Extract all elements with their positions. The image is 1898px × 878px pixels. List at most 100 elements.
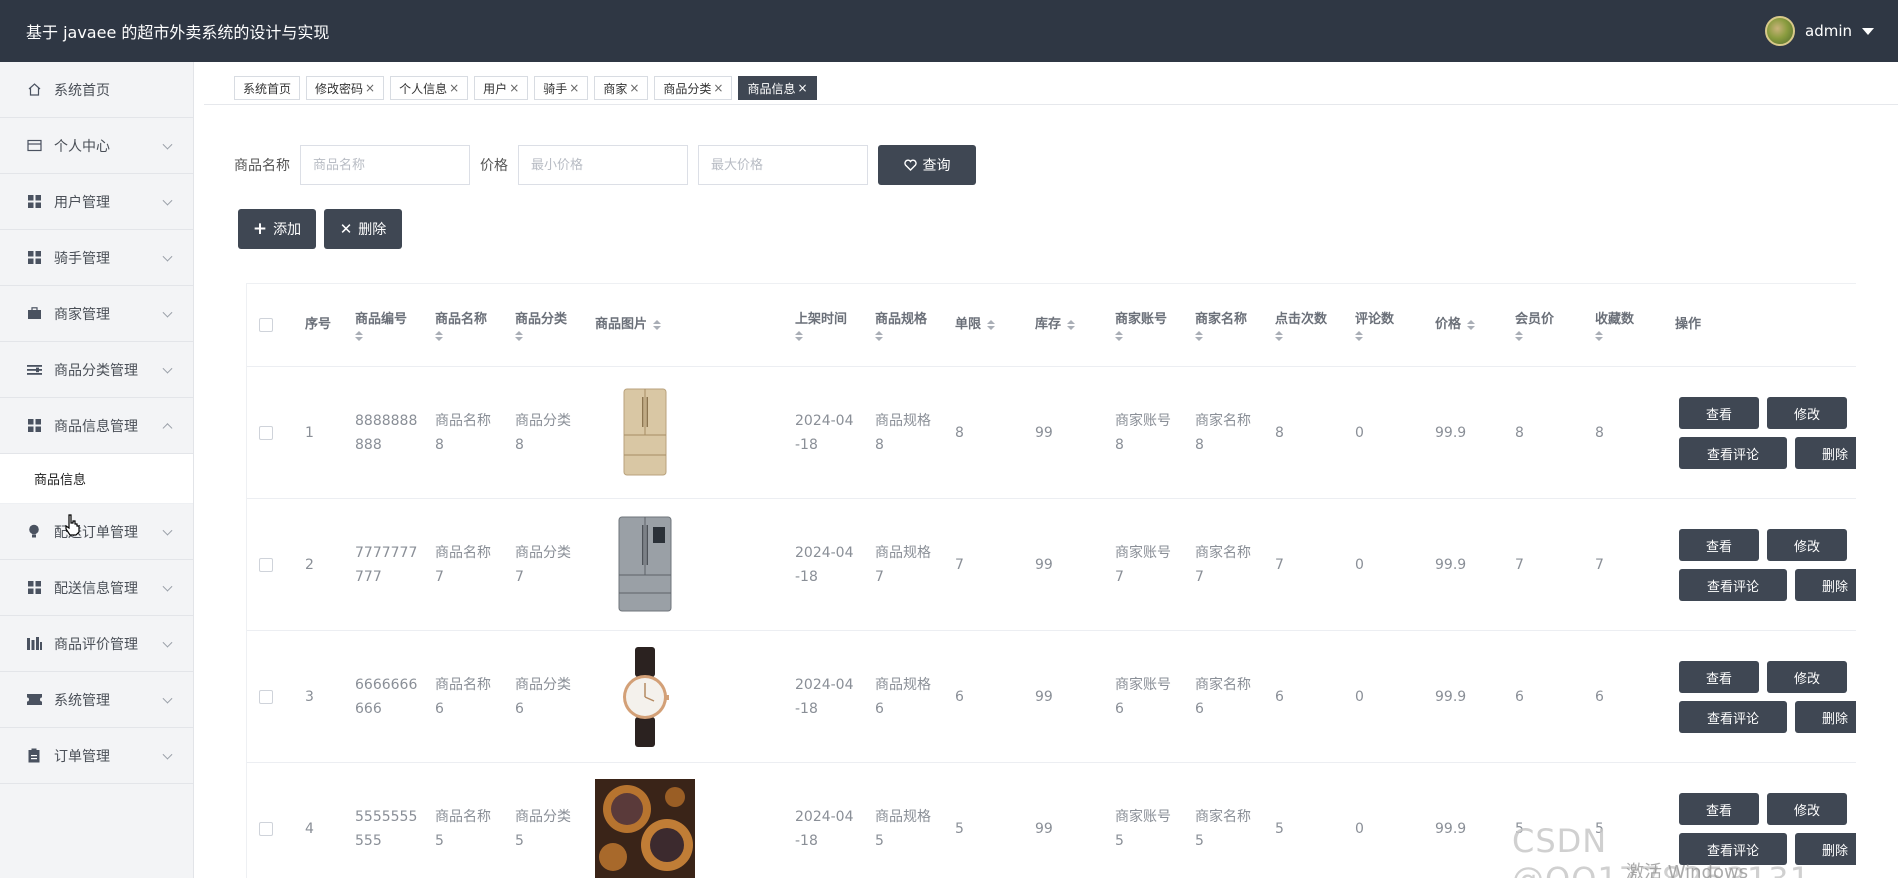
close-icon[interactable]: × [449,81,459,95]
sort-icon[interactable] [987,320,996,330]
sort-icon[interactable] [1595,331,1634,341]
x-icon: ✕ [339,220,353,238]
chevron-down-icon[interactable] [162,525,173,536]
min-price-input[interactable] [518,145,688,185]
tab-2[interactable]: 修改密码 × [306,76,385,100]
chevron-down-icon[interactable] [162,363,173,374]
tab-5[interactable]: 骑手 × [534,76,589,100]
row-checkbox[interactable] [259,689,273,704]
sidebar-item-11[interactable]: 系统管理 [0,672,193,728]
sidebar-item-1[interactable]: 系统首页 [0,62,193,118]
sort-icon[interactable] [1067,320,1076,330]
sort-icon[interactable] [1355,331,1394,341]
cell-clicks: 5 [1275,763,1284,878]
chevron-down-icon[interactable] [162,195,173,206]
sort-icon[interactable] [515,331,567,341]
sort-icon[interactable] [1195,331,1247,341]
chevron-down-icon[interactable] [162,749,173,760]
sort-icon[interactable] [653,320,662,330]
select-all-checkbox[interactable] [259,318,273,332]
chevron-up-icon[interactable] [162,422,173,433]
sidebar-item-12[interactable]: 订单管理 [0,728,193,784]
product-image[interactable] [595,515,695,615]
sidebar-item-4[interactable]: 骑手管理 [0,230,193,286]
sidebar-item-2[interactable]: 个人中心 [0,118,193,174]
close-icon[interactable]: × [365,81,375,95]
tab-3[interactable]: 个人信息 × [390,76,469,100]
clipboard-icon [26,748,42,764]
product-image[interactable] [595,383,695,483]
table-row: 3 6666666 666 商品名称 6 商品分类 6 2024-04 -18 商品规格 6 6 99 商… [247,631,1856,763]
sidebar-item-6[interactable]: 商品分类管理 [0,342,193,398]
query-button[interactable]: 查询 [878,145,976,185]
close-icon[interactable]: × [629,81,639,95]
sidebar-item-9[interactable]: 配送信息管理 [0,560,193,616]
view-button[interactable]: 查看 [1679,397,1759,429]
header-label: 序号 [305,317,332,332]
cell-line: 商家名称 [1195,808,1251,825]
delete-selected-button[interactable]: ✕ 删除 [324,209,402,249]
delete-row-button[interactable]: 删除 [1795,569,1856,601]
delete-row-button[interactable]: 删除 [1795,437,1856,469]
view-comments-button[interactable]: 查看评论 [1679,701,1787,733]
edit-button[interactable]: 修改 [1767,529,1847,561]
avatar[interactable] [1765,16,1795,46]
tab-6[interactable]: 商家 × [594,76,649,100]
sidebar-item-3[interactable]: 用户管理 [0,174,193,230]
max-price-input[interactable] [698,145,868,185]
cell-time: 2024-04 -18 [795,631,854,762]
sidebar-item-label: 商品信息管理 [54,418,138,435]
view-comments-button[interactable]: 查看评论 [1679,437,1787,469]
row-checkbox[interactable] [259,821,273,836]
sidebar-item-8[interactable]: 配送订单管理 [0,504,193,560]
chevron-down-icon[interactable] [162,139,173,150]
close-icon[interactable]: × [713,81,723,95]
sort-icon[interactable] [1115,331,1167,341]
chevron-down-icon[interactable] [162,251,173,262]
cell-value: 5 [1275,820,1284,837]
view-button[interactable]: 查看 [1679,793,1759,825]
close-icon[interactable]: × [509,81,519,95]
sort-icon[interactable] [435,331,487,341]
product-image[interactable] [595,646,695,747]
chevron-down-icon[interactable] [162,581,173,592]
edit-button[interactable]: 修改 [1767,661,1847,693]
delete-row-button[interactable]: 删除 [1795,701,1856,733]
cell-line: 5 [515,832,524,849]
tab-8[interactable]: 商品信息 × [738,76,817,100]
sort-icon[interactable] [1275,331,1327,341]
user-menu[interactable]: admin [1765,16,1874,46]
sidebar-item-5[interactable]: 商家管理 [0,286,193,342]
edit-button[interactable]: 修改 [1767,397,1847,429]
sort-icon[interactable] [1467,320,1476,330]
cell-line: 8 [1195,436,1204,453]
close-icon[interactable]: × [798,81,808,95]
sidebar-item-10[interactable]: 商品评价管理 [0,616,193,672]
product-image[interactable] [595,778,695,878]
view-button[interactable]: 查看 [1679,661,1759,693]
tab-7[interactable]: 商品分类 × [654,76,733,100]
edit-button[interactable]: 修改 [1767,793,1847,825]
row-checkbox[interactable] [259,425,273,440]
tab-1[interactable]: 系统首页 [234,76,301,100]
chevron-down-icon[interactable] [162,637,173,648]
sort-icon[interactable] [875,331,927,341]
sidebar-subitem-product-info[interactable]: 商品信息 [0,454,193,504]
ticket-icon [26,692,42,708]
tab-4[interactable]: 用户 × [474,76,529,100]
chevron-down-icon[interactable] [162,693,173,704]
product-name-input[interactable] [300,145,470,185]
view-button[interactable]: 查看 [1679,529,1759,561]
row-checkbox[interactable] [259,557,273,572]
sort-icon[interactable] [1515,331,1554,341]
cell-line: 6666666 [355,676,418,693]
close-icon[interactable]: × [569,81,579,95]
sort-icon[interactable] [795,331,847,341]
username[interactable]: admin [1805,22,1852,40]
view-comments-button[interactable]: 查看评论 [1679,569,1787,601]
sidebar-item-7[interactable]: 商品信息管理 [0,398,193,454]
chevron-down-icon[interactable] [162,307,173,318]
caret-down-icon[interactable] [1862,27,1874,35]
sort-icon[interactable] [355,331,407,341]
add-button[interactable]: + 添加 [238,209,316,249]
